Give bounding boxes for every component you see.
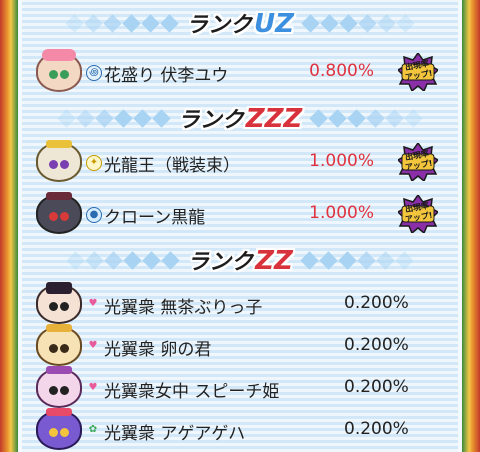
diamond-decoration-left — [65, 13, 179, 33]
swirl-icon: ꩜ — [86, 65, 102, 81]
list-item[interactable]: ♥ 光翼衆 無茶ぶりっ子 0.200% — [22, 282, 458, 326]
left-frame-border — [0, 0, 18, 452]
diamond-decoration-right — [301, 13, 415, 33]
starburst-badge-icon: 出現率 アップ! — [398, 53, 438, 91]
bulb-icon: ✦ — [86, 155, 102, 171]
drop-rate: 0.200% — [344, 335, 409, 355]
yokai-name: 光龍王（戦装束） — [104, 156, 240, 176]
butterfly-icon — [46, 408, 72, 416]
tiara-icon — [46, 366, 72, 374]
right-frame-border — [462, 0, 480, 452]
yokai-avatar — [36, 192, 82, 234]
rank-code-uz: UZ — [254, 9, 294, 39]
rank-code-zzz: ZZZ — [245, 104, 303, 134]
heart-icon: ♥ — [88, 382, 98, 393]
starburst-badge-icon: 出現率 アップ! — [398, 195, 438, 233]
flower-crown-icon — [42, 49, 76, 61]
yokai-name: 光翼衆 アゲアゲハ — [104, 424, 246, 444]
rank-title: ランク ZZ — [187, 244, 293, 276]
drop-rate: 1.000% — [309, 151, 374, 171]
yokai-avatar — [36, 140, 82, 182]
rank-word: ランク — [177, 108, 244, 133]
gold-crown-icon — [46, 324, 72, 332]
rank-header-uz: ランク UZ — [22, 6, 458, 40]
diamond-decoration-left — [57, 108, 171, 128]
flower-icon: ✿ — [88, 424, 98, 435]
yokai-name: クローン黒龍 — [104, 208, 206, 228]
yokai-avatar — [36, 324, 82, 366]
drop-rate: 1.000% — [309, 203, 374, 223]
diamond-decoration-right — [309, 108, 423, 128]
list-item[interactable]: ✿ 光翼衆 アゲアゲハ 0.200% — [22, 408, 458, 452]
yokai-avatar — [36, 408, 82, 450]
slime-icon: ● — [86, 207, 102, 223]
yokai-avatar — [36, 282, 82, 324]
list-item[interactable]: ✦ 光龍王（戦装束） 1.000% 出現率 アップ! — [22, 140, 458, 184]
rank-header-zz: ランク ZZ — [22, 243, 458, 277]
yokai-name: 光翼衆女中 スピーチ姫 — [104, 382, 280, 402]
gold-crown-icon — [46, 140, 72, 148]
diamond-decoration-right — [300, 250, 414, 270]
yokai-name: 光翼衆 無茶ぶりっ子 — [104, 298, 263, 318]
list-item[interactable]: ● クローン黒龍 1.000% 出現率 アップ! — [22, 192, 458, 236]
heart-icon: ♥ — [88, 340, 98, 351]
drop-rate-list-panel[interactable]: ランク UZ ꩜ 花盛り 伏李ユウ 0.800% 出現率 アップ! ランク ZZZ — [18, 0, 462, 452]
starburst-badge-icon: 出現率 アップ! — [398, 143, 438, 181]
list-item[interactable]: ♥ 光翼衆女中 スピーチ姫 0.200% — [22, 366, 458, 410]
dragon-horns-icon — [46, 192, 72, 200]
yokai-avatar — [36, 366, 82, 408]
yokai-name: 光翼衆 卵の君 — [104, 340, 212, 360]
rank-word: ランク — [187, 250, 254, 275]
drop-rate: 0.800% — [309, 61, 374, 81]
hair-icon — [46, 282, 72, 294]
yokai-avatar — [36, 49, 82, 92]
drop-rate: 0.200% — [344, 419, 409, 439]
diamond-decoration-left — [66, 250, 180, 270]
rank-word: ランク — [186, 13, 253, 38]
drop-rate: 0.200% — [344, 293, 409, 313]
yokai-name: 花盛り 伏李ユウ — [104, 66, 229, 86]
list-item[interactable]: ꩜ 花盛り 伏李ユウ 0.800% 出現率 アップ! — [22, 49, 458, 94]
rank-code-zz: ZZ — [255, 246, 293, 276]
list-item[interactable]: ♥ 光翼衆 卵の君 0.200% — [22, 324, 458, 368]
rank-title: ランク UZ — [186, 7, 294, 39]
drop-rate: 0.200% — [344, 377, 409, 397]
rank-title: ランク ZZZ — [178, 102, 303, 134]
heart-icon: ♥ — [88, 298, 98, 309]
rank-header-zzz: ランク ZZZ — [22, 101, 458, 135]
